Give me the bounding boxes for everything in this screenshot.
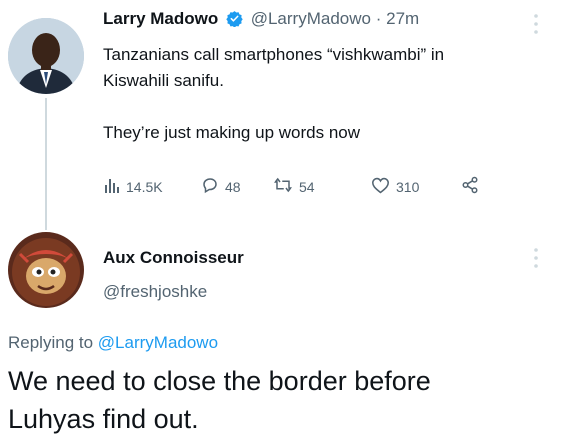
author-handle[interactable]: @LarryMadowo — [251, 9, 371, 28]
reply-more-icon[interactable] — [531, 246, 541, 275]
like-button[interactable]: 310 — [371, 177, 461, 197]
views-count: 14.5K — [126, 178, 163, 195]
tweet-text-line: They’re just making up words now — [103, 123, 361, 142]
larry-avatar[interactable] — [8, 18, 84, 94]
reply-text-line: Luhyas find out. — [8, 404, 199, 434]
tweet-text-line: Kiswahili sanifu. — [103, 71, 224, 90]
retweet-icon — [273, 176, 293, 197]
share-icon — [461, 176, 479, 197]
reply-icon — [201, 176, 219, 197]
reply-button[interactable]: 48 — [201, 176, 273, 197]
like-icon — [371, 177, 390, 197]
tweet-time[interactable]: 27m — [386, 9, 419, 28]
share-button[interactable] — [461, 176, 479, 197]
views-button[interactable]: 14.5K — [103, 177, 201, 197]
author-name[interactable]: Larry Madowo — [103, 9, 218, 28]
replying-to: Replying to @LarryMadowo — [8, 333, 218, 353]
replying-to-label: Replying to — [8, 333, 94, 352]
reply-text: We need to close the border before Luhya… — [8, 362, 431, 438]
retweet-button[interactable]: 54 — [273, 176, 371, 197]
reply-author-handle[interactable]: @freshjoshke — [103, 282, 207, 302]
reply-count: 48 — [225, 178, 241, 195]
retweet-count: 54 — [299, 178, 315, 195]
aux-avatar[interactable] — [8, 232, 84, 308]
tweet-header: Larry Madowo @LarryMadowo · 27m — [103, 9, 419, 32]
reply-author-name[interactable]: Aux Connoisseur — [103, 248, 244, 268]
tweet-text: Tanzanians call smartphones “vishkwambi”… — [103, 42, 444, 146]
more-icon[interactable] — [531, 12, 541, 41]
like-count: 310 — [396, 178, 420, 195]
verified-badge-icon — [226, 10, 243, 32]
tweet-text-line: Tanzanians call smartphones “vishkwambi”… — [103, 45, 445, 64]
views-icon — [103, 177, 120, 197]
thread-line — [45, 98, 47, 230]
replying-to-link[interactable]: @LarryMadowo — [98, 333, 218, 352]
reply-text-line: We need to close the border before — [8, 366, 431, 396]
tweet-actions: 14.5K 48 54 310 — [103, 176, 479, 197]
header-separator: · — [375, 9, 382, 28]
